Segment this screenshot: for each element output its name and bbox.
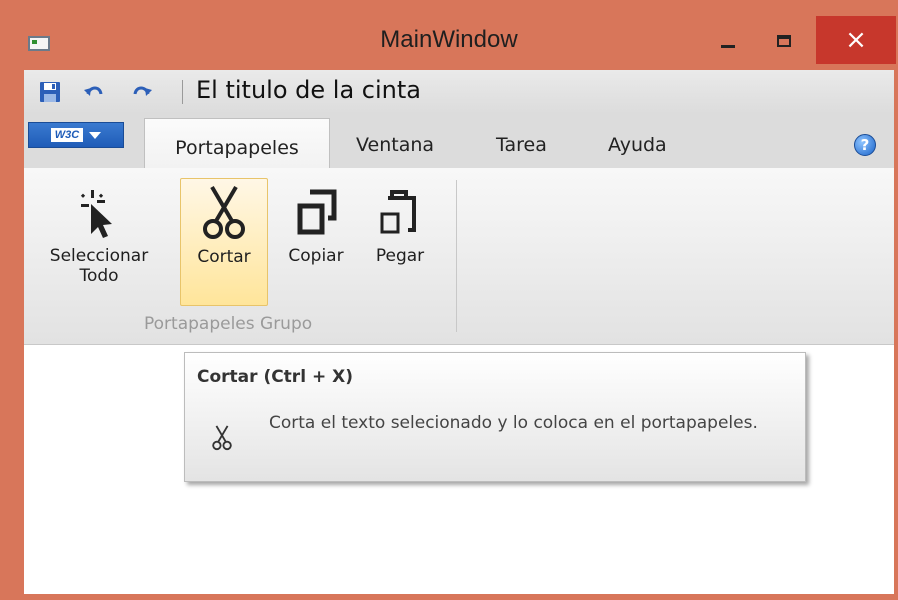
qat-separator — [182, 80, 183, 104]
scissors-icon — [203, 185, 245, 239]
copy-button[interactable]: Copiar — [274, 178, 358, 306]
ribbon-tabs: W3C Portapapeles Ventana Tarea Ayuda ? — [24, 114, 894, 168]
minimize-button[interactable] — [708, 18, 748, 64]
scissors-icon — [212, 425, 232, 451]
ribbon-group-label: Portapapeles Grupo — [144, 314, 313, 334]
tab-portapapeles[interactable]: Portapapeles — [144, 118, 330, 168]
minimize-icon — [721, 44, 735, 48]
save-icon[interactable] — [38, 80, 62, 104]
ribbon-group-separator — [456, 180, 457, 332]
copy-label: Copiar — [288, 246, 344, 266]
title-bar[interactable]: MainWindow × — [0, 0, 898, 70]
client-area: El titulo de la cinta W3C Portapapeles V… — [24, 70, 894, 594]
cut-tooltip: Cortar (Ctrl + X) Corta el texto selecio… — [184, 352, 806, 482]
maximize-icon — [777, 35, 791, 47]
ribbon-title: El titulo de la cinta — [196, 76, 421, 104]
cut-label: Cortar — [197, 247, 251, 267]
select-all-cursor-icon — [80, 190, 112, 238]
close-button[interactable]: × — [816, 16, 896, 64]
cut-button[interactable]: Cortar — [180, 178, 268, 306]
copy-icon — [297, 189, 337, 235]
undo-icon[interactable] — [82, 80, 106, 104]
w3c-logo: W3C — [50, 128, 84, 142]
tab-tarea[interactable]: Tarea — [496, 134, 547, 156]
paste-label: Pegar — [375, 246, 425, 266]
select-all-button[interactable]: Seleccionar Todo — [24, 178, 174, 306]
help-icon[interactable]: ? — [854, 134, 876, 156]
chevron-down-icon — [89, 131, 102, 139]
quick-access-toolbar: El titulo de la cinta — [24, 70, 894, 114]
tooltip-description: Corta el texto selecionado y lo coloca e… — [269, 413, 758, 433]
redo-icon[interactable] — [130, 80, 154, 104]
tab-ayuda[interactable]: Ayuda — [608, 134, 667, 156]
select-all-label: Seleccionar Todo — [49, 246, 149, 286]
ribbon-panel: Seleccionar Todo Cortar Copiar Pegar Por… — [24, 168, 894, 345]
maximize-button[interactable] — [760, 18, 808, 64]
paste-icon — [380, 190, 416, 234]
application-menu-button[interactable]: W3C — [28, 122, 124, 148]
paste-button[interactable]: Pegar — [360, 178, 440, 306]
main-window: MainWindow × El titulo de la cinta W3C P… — [0, 0, 898, 600]
tab-ventana[interactable]: Ventana — [356, 134, 434, 156]
tooltip-title: Cortar (Ctrl + X) — [197, 367, 353, 387]
close-icon: × — [845, 25, 867, 55]
